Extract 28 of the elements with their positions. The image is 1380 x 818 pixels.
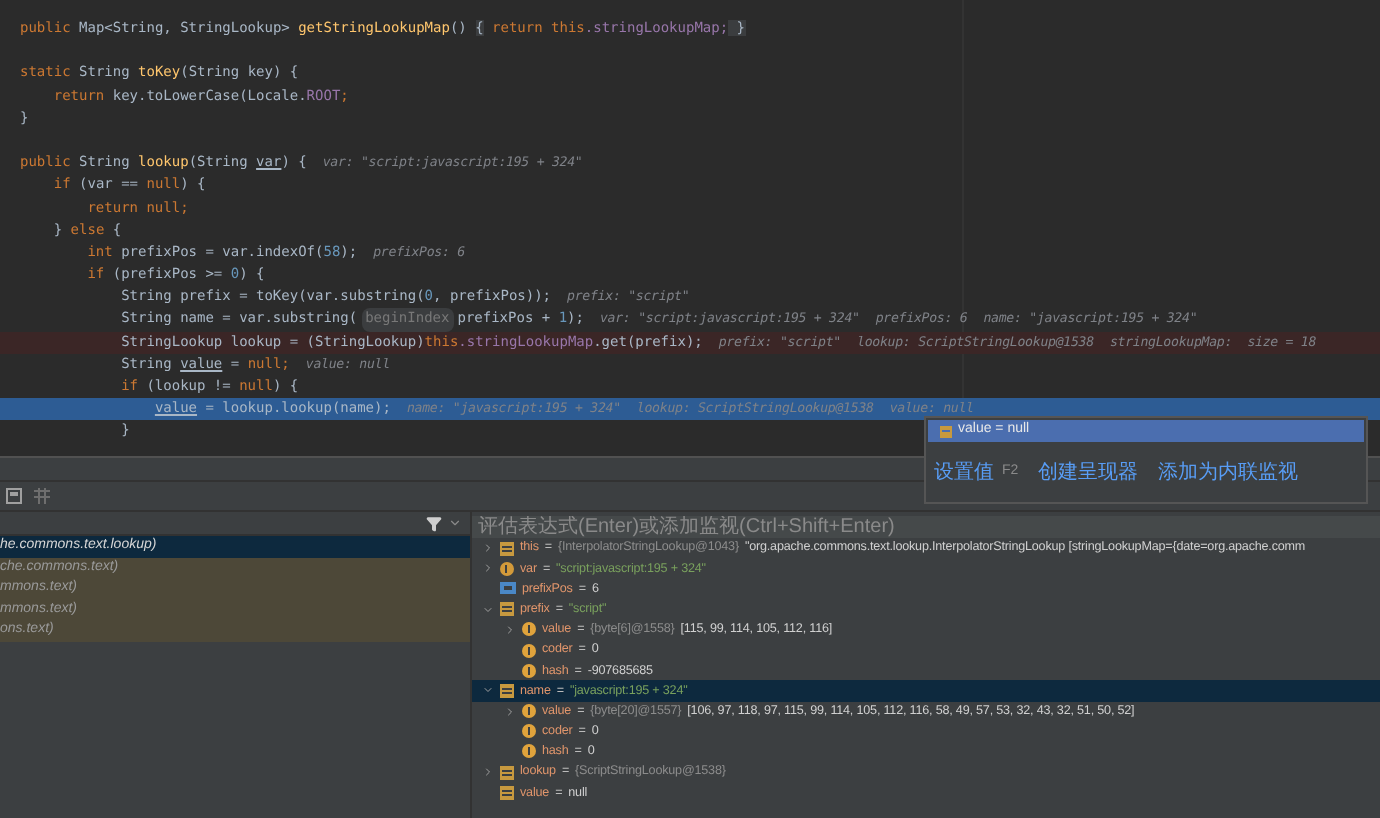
dropdown-caret-icon[interactable] — [448, 516, 462, 530]
popup-action-link[interactable]: 添加为内联监视 — [1158, 457, 1299, 487]
parameter-icon — [500, 561, 514, 576]
final-field-icon — [522, 744, 536, 759]
expand-icon[interactable] — [504, 623, 516, 636]
final-field-icon — [522, 704, 536, 719]
popup-action-link[interactable]: 设置值 — [934, 457, 994, 487]
field-icon — [500, 765, 514, 780]
grid-icon[interactable] — [34, 488, 50, 504]
field-icon — [940, 425, 952, 437]
expand-icon[interactable] — [482, 766, 494, 779]
field-icon — [500, 602, 514, 617]
final-field-icon — [522, 724, 536, 739]
expand-icon[interactable] — [482, 542, 494, 555]
field-icon — [500, 541, 514, 556]
final-field-icon — [522, 622, 536, 637]
field-icon — [500, 785, 514, 800]
primitive-icon — [500, 582, 516, 595]
final-field-icon — [522, 643, 536, 658]
expand-icon[interactable] — [482, 562, 494, 575]
field-icon — [500, 683, 514, 698]
final-field-icon — [522, 663, 536, 678]
collapse-icon[interactable] — [482, 603, 494, 616]
layout-icon[interactable] — [6, 488, 22, 504]
expand-icon[interactable] — [504, 705, 516, 718]
popup-action-link[interactable]: 创建呈现器 — [1038, 457, 1139, 487]
collapse-icon[interactable] — [482, 684, 494, 697]
filter-icon[interactable] — [426, 515, 442, 531]
